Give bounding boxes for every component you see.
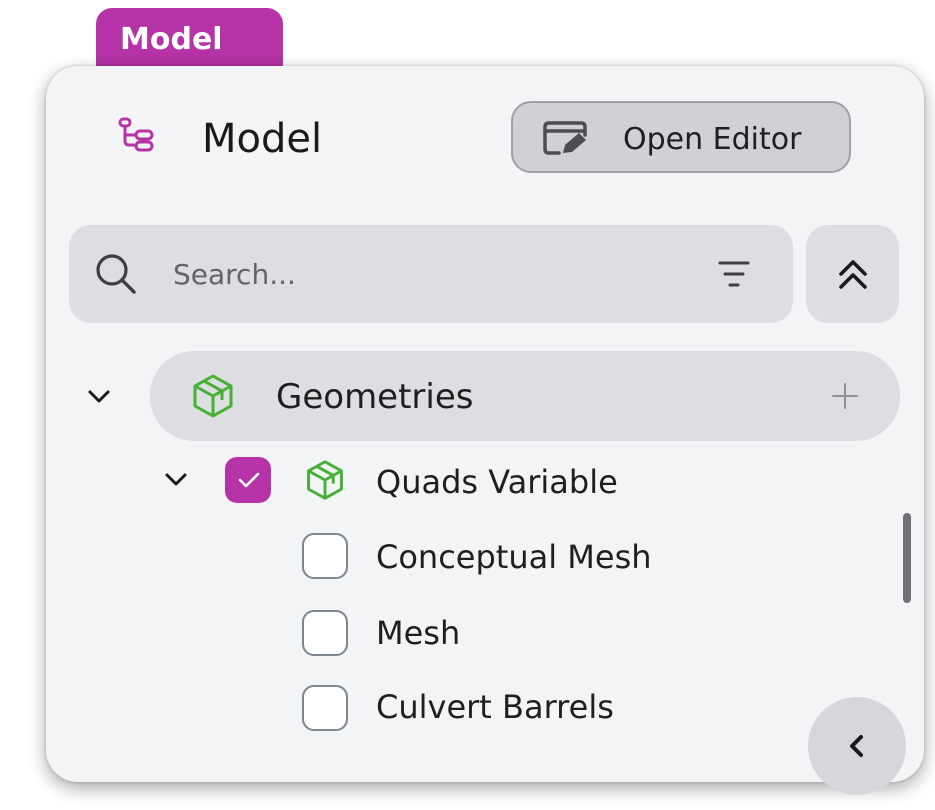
scrollbar-thumb[interactable] <box>903 513 911 603</box>
tree-child-label: Culvert Barrels <box>376 688 614 726</box>
tree-child-label: Conceptual Mesh <box>376 538 652 576</box>
chevron-left-icon <box>850 735 863 757</box>
search-input[interactable] <box>173 253 693 295</box>
collapse-panel-button[interactable] <box>808 697 906 795</box>
collapse-all-button[interactable] <box>806 225 899 323</box>
quads-variable-checkbox[interactable] <box>225 457 271 503</box>
panel-title: Model <box>202 116 323 162</box>
double-chevron-up-icon <box>839 260 867 289</box>
expand-geometries-chevron-icon[interactable] <box>86 384 112 410</box>
expand-quads-variable-chevron-icon[interactable] <box>163 467 189 493</box>
search-bar <box>69 225 793 323</box>
tree-group-geometries[interactable]: Geometries <box>150 351 900 441</box>
cube-icon <box>193 374 233 418</box>
mesh-checkbox[interactable] <box>302 610 348 656</box>
plus-icon[interactable] <box>830 381 860 411</box>
tree-group-label: Geometries <box>276 377 474 417</box>
conceptual-mesh-checkbox[interactable] <box>302 533 348 579</box>
open-editor-label: Open Editor <box>623 122 802 157</box>
model-tab[interactable]: Model <box>96 8 283 74</box>
cube-icon <box>307 460 343 500</box>
tree-child-label: Mesh <box>376 614 461 652</box>
model-panel: Model Open Editor Search... Geometries Q… <box>46 66 924 795</box>
checkmark-icon <box>238 472 260 488</box>
model-tab-label: Model <box>120 22 223 57</box>
editor-icon <box>543 121 587 155</box>
tree-item-label: Quads Variable <box>376 463 618 501</box>
filter-icon[interactable] <box>716 257 752 291</box>
model-tree-icon <box>118 117 154 152</box>
search-icon <box>96 254 136 294</box>
open-editor-button[interactable]: Open Editor <box>511 101 851 173</box>
culvert-barrels-checkbox[interactable] <box>302 685 348 731</box>
